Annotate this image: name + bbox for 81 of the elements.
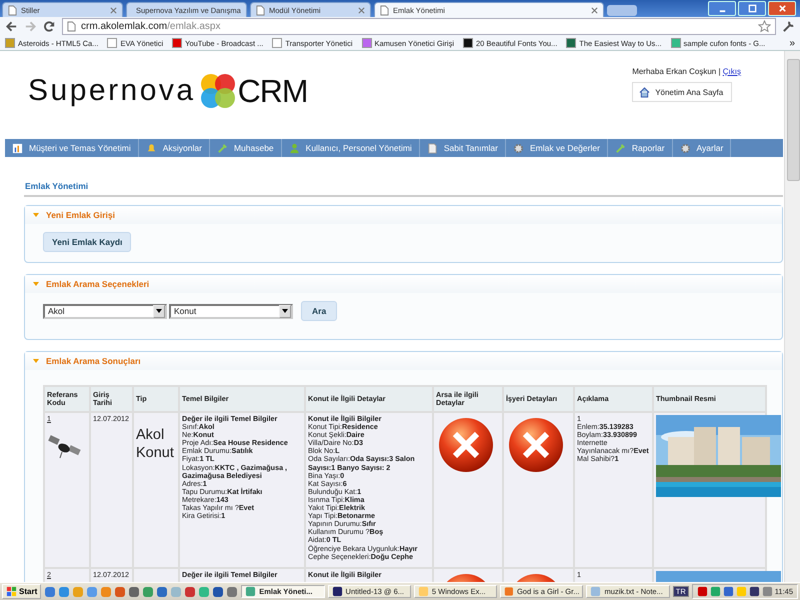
person-icon: [288, 142, 300, 154]
address-bar[interactable]: crm.akolemlak.com/emlak.aspx: [62, 18, 776, 35]
app-icon[interactable]: [44, 586, 56, 598]
app-icon: [504, 586, 514, 597]
wrench-icon: [614, 142, 626, 154]
app-icon: [418, 586, 429, 597]
star-icon[interactable]: [758, 20, 771, 33]
bookmark-icon: [566, 38, 576, 48]
close-icon: [778, 4, 786, 13]
dropdown[interactable]: Konut: [169, 304, 293, 318]
tray-icon[interactable]: [748, 586, 760, 597]
menu-item[interactable]: Kullanıcı, Personel Yönetimi: [282, 139, 420, 157]
bookmark-icon: [172, 38, 182, 48]
close-icon[interactable]: [358, 6, 365, 14]
home-icon: [639, 86, 650, 98]
app-icon: [245, 586, 256, 597]
close-icon[interactable]: [591, 6, 598, 14]
app-icon: [332, 586, 343, 597]
wrench-icon: [216, 142, 228, 154]
page-icon: [67, 21, 76, 32]
logout-link[interactable]: Çıkış: [722, 67, 741, 76]
bookmark-icon: [670, 38, 681, 48]
back-icon[interactable]: [5, 20, 18, 33]
close-icon[interactable]: [110, 6, 117, 14]
wrench-icon[interactable]: [782, 20, 795, 33]
minimize-button[interactable]: [708, 1, 736, 16]
app-icon[interactable]: [156, 586, 168, 598]
menu-item[interactable]: Aksiyonlar: [138, 139, 210, 157]
start-button[interactable]: Start: [2, 584, 42, 599]
document-icon: [426, 142, 438, 154]
page-title: Emlak Yönetimi: [25, 181, 90, 191]
bookmark-icon: [462, 38, 473, 48]
type-text: Akol Konut: [136, 426, 175, 462]
collapse-icon[interactable]: [33, 282, 39, 286]
windows-flag-icon: [6, 586, 17, 597]
new-record-button[interactable]: Yeni Emlak Kaydı: [43, 232, 132, 252]
app-icon[interactable]: [184, 586, 196, 598]
logo: Supernova CRM: [28, 72, 308, 111]
collapse-icon[interactable]: [33, 213, 39, 217]
close-button[interactable]: [768, 1, 796, 16]
menu-item[interactable]: Sabit Tanımlar: [420, 139, 506, 157]
forward-icon[interactable]: [24, 20, 37, 33]
chart-icon: [12, 142, 23, 154]
menu-item[interactable]: Raporlar: [608, 139, 673, 157]
dropdown-arrow-icon[interactable]: [156, 309, 162, 313]
collapse-icon[interactable]: [33, 359, 39, 363]
app-icon[interactable]: [142, 586, 154, 598]
app-icon: [590, 586, 602, 597]
search-button[interactable]: Ara: [301, 301, 338, 321]
app-icon[interactable]: [212, 586, 224, 598]
reload-icon[interactable]: [43, 20, 56, 33]
cross-icon: [436, 415, 496, 475]
app-icon[interactable]: [114, 586, 126, 598]
scrollbar[interactable]: [784, 51, 800, 582]
panel-title: Emlak Arama Seçenekleri: [46, 279, 150, 289]
menu-item[interactable]: Muhasebe: [210, 139, 282, 157]
more-bookmarks[interactable]: »: [789, 38, 795, 48]
url-text: crm.akolemlak.com/emlak.aspx: [81, 21, 222, 32]
bell-icon: [146, 142, 157, 154]
app-icon[interactable]: [128, 586, 140, 598]
panel-title: Emlak Arama Sonuçları: [46, 356, 141, 366]
gear-icon: [680, 142, 691, 154]
menu-item[interactable]: Müşteri ve Temas Yönetimi: [5, 139, 139, 157]
maximize-button[interactable]: [738, 1, 766, 16]
tray-icon[interactable]: [722, 586, 734, 597]
app-icon[interactable]: [58, 586, 70, 598]
app-icon[interactable]: [226, 586, 238, 598]
tray-icon[interactable]: [696, 586, 708, 597]
dropdown-arrow-icon[interactable]: [282, 309, 288, 313]
dropdown[interactable]: Akol: [43, 304, 167, 318]
home-button[interactable]: Yönetim Ana Sayfa: [632, 82, 732, 102]
bookmark-icon: [5, 38, 15, 48]
new-tab-button[interactable]: [607, 5, 637, 16]
bookmark-icon: [362, 38, 372, 48]
panel-title: Yeni Emlak Girişi: [46, 210, 115, 220]
menu-item[interactable]: Emlak ve Değerler: [506, 139, 608, 157]
maximize-icon: [748, 4, 756, 13]
greeting-text: Merhaba Erkan Coşkun |: [632, 67, 721, 76]
cross-icon: [506, 415, 566, 475]
gear-icon: [513, 142, 524, 154]
menu-item[interactable]: Ayarlar: [672, 139, 732, 157]
